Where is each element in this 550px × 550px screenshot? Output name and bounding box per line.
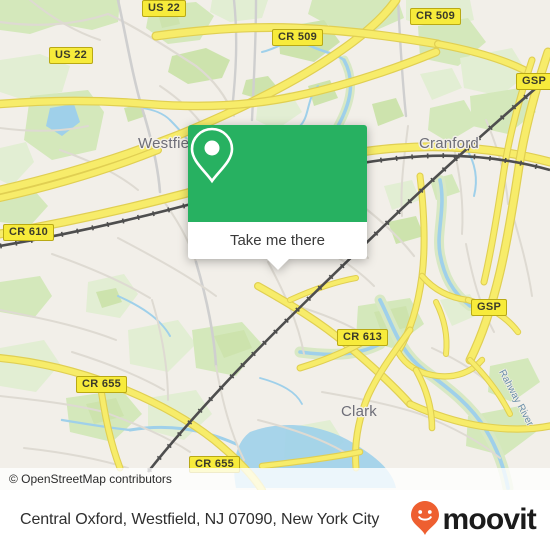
popup-action-button[interactable]: Take me there <box>188 222 367 259</box>
attribution-text: © OpenStreetMap contributors <box>9 472 172 486</box>
road-shield-us-22-left[interactable]: US 22 <box>49 47 94 64</box>
footer-bar: Central Oxford, Westfield, NJ 07090, New… <box>0 490 550 550</box>
road-shield-gsp-top[interactable]: GSP <box>516 73 550 90</box>
road-shield-cr-610[interactable]: CR 610 <box>3 224 55 241</box>
road-shield-gsp-bottom[interactable]: GSP <box>471 299 508 316</box>
popup-header <box>188 125 367 222</box>
moovit-brand[interactable]: moovit <box>410 500 537 541</box>
popup-pointer-tail <box>266 259 289 270</box>
place-label-cranford: Cranford <box>419 135 479 152</box>
moovit-pin-icon <box>410 500 440 541</box>
road-shield-cr-509-mid[interactable]: CR 509 <box>272 29 324 46</box>
map-screenshot: .park{fill:#d4e8bb;} .park2{fill:#e2eed3… <box>0 0 550 550</box>
road-shield-cr-509-right[interactable]: CR 509 <box>410 8 462 25</box>
moovit-wordmark: moovit <box>442 503 536 536</box>
place-label-clark: Clark <box>341 403 378 420</box>
popup-action-label: Take me there <box>229 232 326 249</box>
address-text: Central Oxford, Westfield, NJ 07090, New… <box>20 511 380 528</box>
road-shield-cr-613[interactable]: CR 613 <box>337 329 389 346</box>
road-shield-us-22-top[interactable]: US 22 <box>142 0 187 17</box>
road-shield-cr-655-left[interactable]: CR 655 <box>76 376 128 393</box>
location-popup-card[interactable]: Take me there <box>188 125 367 270</box>
map-attribution-bar: © OpenStreetMap contributors <box>0 468 550 490</box>
map-canvas[interactable]: .park{fill:#d4e8bb;} .park2{fill:#e2eed3… <box>0 0 550 490</box>
